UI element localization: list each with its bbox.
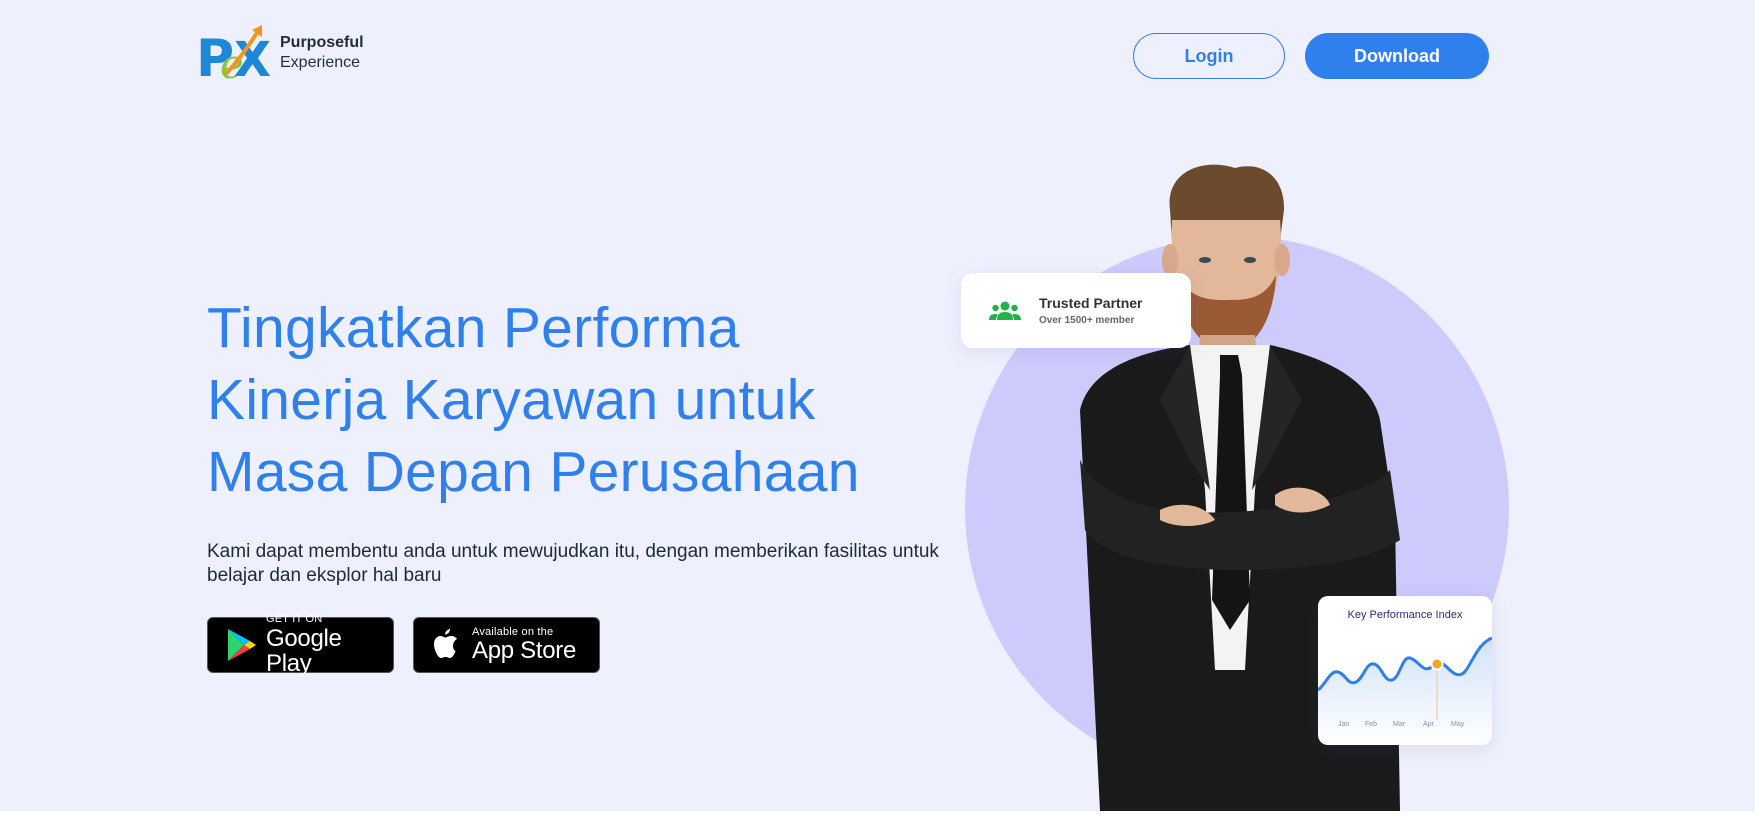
- download-button[interactable]: Download: [1305, 33, 1489, 79]
- logo-name: Purposeful: [280, 34, 364, 51]
- kpi-card: Key Performance Index Jan Feb Mar Apr Ma…: [1318, 596, 1492, 745]
- google-play-small-text: GET IT ON: [266, 613, 323, 626]
- pex-logo-icon: P e X: [196, 24, 271, 89]
- trusted-title: Trusted Partner: [1039, 295, 1143, 311]
- app-store-big-text: App Store: [472, 637, 577, 665]
- hero-section: P e X Purposeful Experience Login Downlo…: [0, 0, 1755, 811]
- hero-headline: Tingkatkan Performa Kinerja Karyawan unt…: [207, 292, 907, 508]
- kpi-marker: [1430, 657, 1444, 671]
- trusted-partner-card: Trusted Partner Over 1500+ member: [961, 273, 1191, 348]
- logo-tagline: Experience: [280, 54, 361, 71]
- hero-subtext: Kami dapat membentu anda untuk mewujudka…: [207, 541, 939, 586]
- google-play-badge[interactable]: GET IT ON Google Play: [207, 613, 394, 677]
- kpi-month-mar: Mar: [1393, 721, 1406, 728]
- kpi-month-apr: Apr: [1423, 721, 1434, 728]
- users-icon: [989, 299, 1021, 323]
- google-play-big-text: Google Play: [266, 624, 342, 677]
- app-store-badge[interactable]: Available on the App Store: [413, 617, 600, 673]
- kpi-month-may: May: [1451, 721, 1465, 728]
- logo[interactable]: P e X Purposeful Experience: [196, 24, 364, 89]
- login-button[interactable]: Login: [1133, 33, 1285, 79]
- headline-line-3: Masa Depan Perusahaan: [207, 440, 860, 504]
- trusted-subtitle: Over 1500+ member: [1039, 315, 1135, 326]
- google-play-icon: [220, 625, 260, 665]
- apple-icon: [426, 625, 466, 665]
- headline-line-1: Tingkatkan Performa: [207, 296, 740, 360]
- headline-line-2: Kinerja Karyawan untuk: [207, 368, 816, 432]
- kpi-month-jan: Jan: [1338, 721, 1350, 728]
- kpi-month-feb: Feb: [1365, 721, 1378, 728]
